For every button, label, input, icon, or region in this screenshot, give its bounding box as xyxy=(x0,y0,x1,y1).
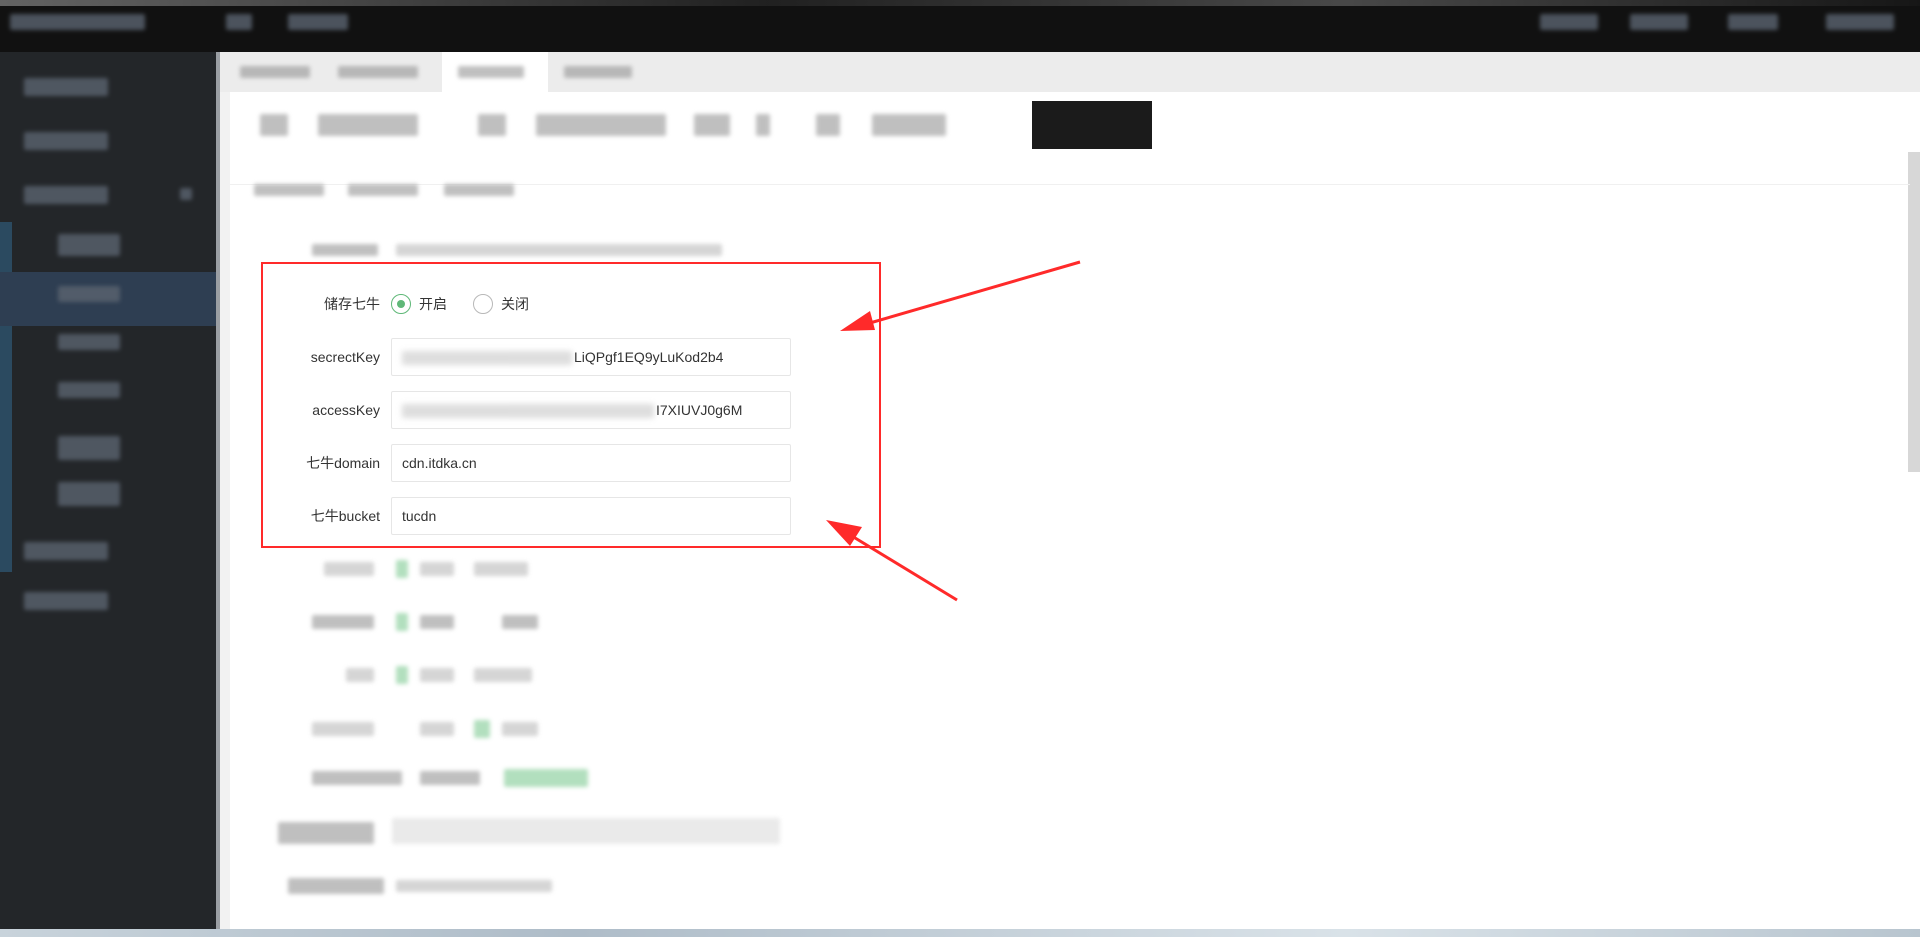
sidebar-item[interactable] xyxy=(24,592,108,610)
sidebar-subitem[interactable] xyxy=(58,436,120,460)
radio-option[interactable] xyxy=(396,613,408,631)
card-nav-item[interactable] xyxy=(694,114,730,136)
radio-option[interactable] xyxy=(474,668,532,682)
radio-option[interactable] xyxy=(502,722,538,736)
form-label xyxy=(278,822,374,844)
sidebar-subitem[interactable] xyxy=(58,334,120,350)
form-label xyxy=(288,878,384,894)
radio-option[interactable] xyxy=(420,668,454,682)
sidebar-item[interactable] xyxy=(24,186,108,204)
logo-placeholder xyxy=(10,14,145,30)
sidebar-item[interactable] xyxy=(24,542,108,560)
sub-tab[interactable] xyxy=(348,184,418,196)
card-nav-item[interactable] xyxy=(872,114,946,136)
radio-option[interactable] xyxy=(474,562,528,576)
taskbar-strip xyxy=(0,929,1920,937)
page-tabs xyxy=(220,52,1920,92)
action-button[interactable] xyxy=(1032,101,1152,149)
tab[interactable] xyxy=(240,66,310,78)
header-menu-item[interactable] xyxy=(1540,14,1598,30)
radio-option[interactable] xyxy=(396,666,408,684)
header-nav-item[interactable] xyxy=(226,14,252,30)
sidebar-subitem[interactable] xyxy=(58,482,120,506)
highlight-box xyxy=(261,262,881,548)
header-glare xyxy=(0,0,1920,6)
card-nav-item[interactable] xyxy=(756,114,770,136)
chevron-down-icon[interactable] xyxy=(180,188,192,200)
form-input[interactable] xyxy=(392,818,780,844)
card-nav-item[interactable] xyxy=(816,114,840,136)
radio-option[interactable] xyxy=(502,615,538,629)
sub-tab[interactable] xyxy=(254,184,324,196)
form-label xyxy=(312,244,378,256)
radio-option[interactable] xyxy=(396,560,408,578)
radio-option[interactable] xyxy=(420,562,454,576)
form-label xyxy=(312,722,374,736)
card-nav-item[interactable] xyxy=(536,114,666,136)
form-label xyxy=(324,562,374,576)
sidebar-item[interactable] xyxy=(24,132,108,150)
sub-tab[interactable] xyxy=(444,184,514,196)
sidebar-item[interactable] xyxy=(24,78,108,96)
tab[interactable] xyxy=(338,66,418,78)
sidebar-subitem[interactable] xyxy=(58,234,120,256)
sidebar-subitem[interactable] xyxy=(58,286,120,302)
sidebar-subitem[interactable] xyxy=(58,382,120,398)
tab[interactable] xyxy=(458,66,524,78)
top-header xyxy=(0,0,1920,52)
header-menu-item[interactable] xyxy=(1630,14,1688,30)
scrollbar[interactable] xyxy=(1908,152,1920,472)
card-nav-item[interactable] xyxy=(318,114,418,136)
radio-option[interactable] xyxy=(420,722,454,736)
sidebar xyxy=(0,52,216,937)
header-menu-item[interactable] xyxy=(1728,14,1778,30)
tab[interactable] xyxy=(564,66,632,78)
form-input[interactable] xyxy=(396,244,722,256)
form-label xyxy=(346,668,374,682)
header-menu-item[interactable] xyxy=(1826,14,1894,30)
form-label xyxy=(312,615,374,629)
radio-option[interactable] xyxy=(420,615,454,629)
radio-option[interactable] xyxy=(420,771,480,785)
header-nav-item[interactable] xyxy=(288,14,348,30)
form-input[interactable] xyxy=(396,880,552,892)
card-nav-item[interactable] xyxy=(478,114,506,136)
form-label xyxy=(312,771,402,785)
card-nav-item[interactable] xyxy=(260,114,288,136)
radio-option[interactable] xyxy=(504,769,588,787)
radio-option[interactable] xyxy=(474,720,490,738)
